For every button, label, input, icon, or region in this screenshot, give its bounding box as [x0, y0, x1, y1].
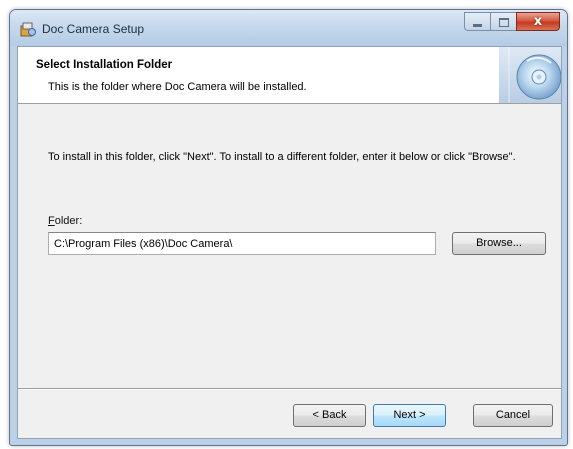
close-button[interactable]: x — [516, 12, 560, 31]
maximize-button[interactable] — [490, 12, 516, 31]
caption-buttons: x — [464, 12, 560, 31]
folder-label: Folder: — [48, 215, 82, 227]
installer-app-icon — [20, 22, 36, 37]
minimize-button[interactable] — [464, 12, 490, 31]
setup-window: Doc Camera Setup x Select Installation F… — [9, 9, 568, 446]
back-button[interactable]: < Back — [293, 404, 366, 427]
instructions-text: To install in this folder, click "Next".… — [48, 151, 516, 163]
header-banner: Select Installation Folder This is the f… — [18, 47, 561, 104]
dialog-client-area: Select Installation Folder This is the f… — [17, 46, 562, 439]
footer-divider — [18, 388, 561, 390]
maximize-icon — [499, 18, 509, 27]
folder-label-accelerator: F — [48, 215, 55, 227]
page-title: Select Installation Folder — [36, 59, 173, 71]
cancel-button[interactable]: Cancel — [473, 404, 553, 427]
cd-disc-icon — [499, 47, 561, 103]
page-subtitle: This is the folder where Doc Camera will… — [48, 81, 307, 93]
folder-label-text: older: — [54, 215, 83, 227]
window-title: Doc Camera Setup — [42, 22, 145, 36]
folder-path-input[interactable] — [48, 232, 436, 255]
minimize-icon — [473, 24, 482, 27]
next-button[interactable]: Next > — [373, 404, 446, 427]
close-icon: x — [533, 14, 543, 29]
browse-button[interactable]: Browse... — [452, 232, 546, 255]
title-bar[interactable]: Doc Camera Setup x — [10, 10, 567, 46]
